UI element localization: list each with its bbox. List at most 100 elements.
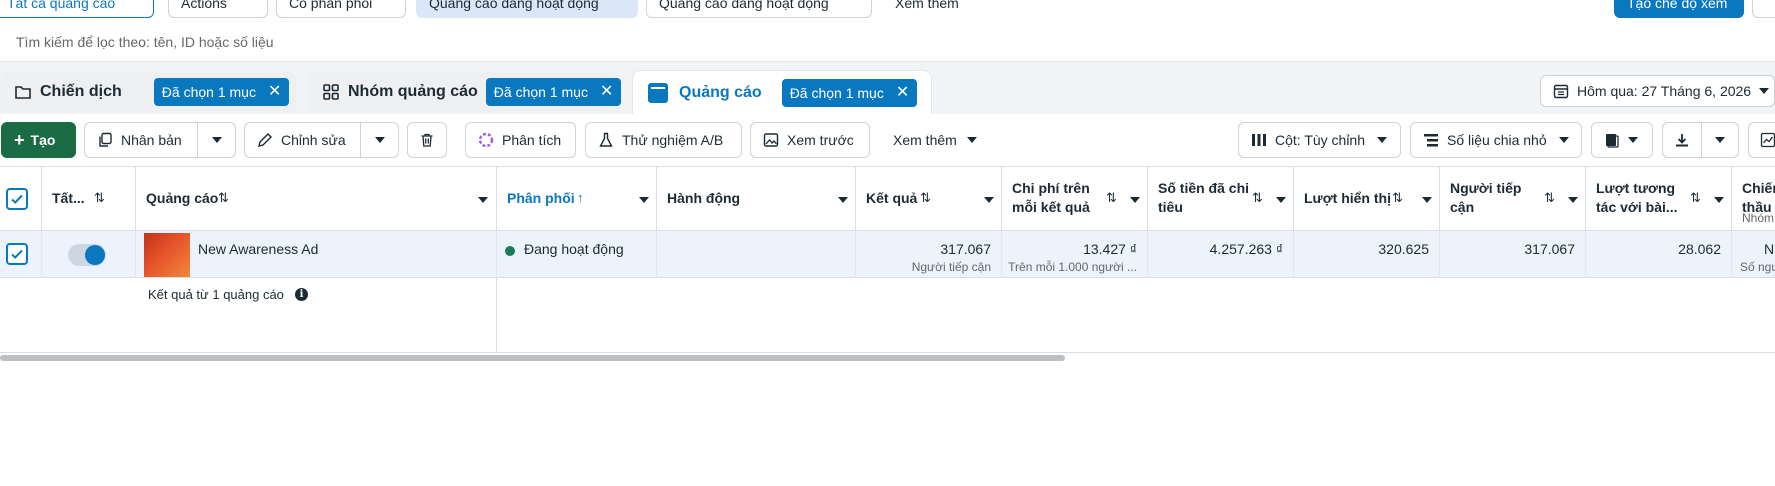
header-impressions-label: Lượt hiển thị xyxy=(1304,190,1391,206)
header-engagement[interactable]: Lượt tương tác với bài... ⇅ xyxy=(1586,167,1732,231)
header-delivery[interactable]: Phân phối ↑ xyxy=(497,167,657,231)
filter-actions[interactable]: Actions xyxy=(168,0,268,18)
header-bid[interactable]: Chiến thầu Nhóm xyxy=(1732,167,1775,231)
analyze-button[interactable]: Phân tích xyxy=(465,122,576,158)
date-range-picker[interactable]: Hôm qua: 27 Tháng 6, 2026 xyxy=(1540,75,1775,107)
chevron-down-icon[interactable] xyxy=(838,197,848,203)
search-input[interactable] xyxy=(16,34,816,50)
header-actions[interactable]: Hành động xyxy=(657,167,856,231)
row-checkbox[interactable] xyxy=(6,243,28,265)
header-actions-label: Hành động xyxy=(667,190,741,206)
header-ad-name[interactable]: Quảng cáo ⇅ xyxy=(136,167,497,231)
header-all-label: Tất... xyxy=(52,190,85,206)
ad-name-link[interactable]: New Awareness Ad xyxy=(198,241,318,257)
tab-adsets-label: Nhóm quảng cáo xyxy=(348,83,478,100)
row-actions-cell xyxy=(657,231,856,278)
chevron-down-icon[interactable] xyxy=(639,197,649,203)
export-dropdown[interactable] xyxy=(1702,137,1738,143)
duplicate-button[interactable]: Nhân bản xyxy=(85,123,197,157)
results-sub: Người tiếp cận xyxy=(911,260,991,274)
duplicate-split-button: Nhân bản xyxy=(84,122,236,158)
more-button[interactable]: Xem thêm xyxy=(880,122,990,158)
sort-icon[interactable]: ⇅ xyxy=(1106,190,1117,206)
table-footer: Kết quả từ 1 quảng cáo i xyxy=(0,278,1775,353)
sort-icon[interactable]: ⇅ xyxy=(218,190,229,206)
create-label: Tạo xyxy=(30,132,56,148)
duplicate-icon xyxy=(97,132,113,148)
header-results[interactable]: Kết quả ⇅ xyxy=(856,167,1002,231)
create-button[interactable]: + Tạo xyxy=(1,122,76,158)
columns-button[interactable]: Cột: Tùy chỉnh xyxy=(1238,122,1401,158)
filter-all-ads[interactable]: Tất cả quảng cáo xyxy=(0,0,154,18)
close-icon[interactable]: ✕ xyxy=(896,84,909,101)
sort-up-icon[interactable]: ↑ xyxy=(577,190,584,205)
chevron-down-icon[interactable] xyxy=(1130,197,1140,203)
sort-icon[interactable]: ⇅ xyxy=(94,190,105,206)
sort-icon[interactable]: ⇅ xyxy=(1392,190,1403,206)
edit-label: Chỉnh sửa xyxy=(281,132,346,148)
ad-icon xyxy=(647,82,669,104)
horizontal-scrollbar[interactable] xyxy=(0,355,1065,361)
info-icon[interactable]: i xyxy=(295,288,308,301)
chevron-down-icon xyxy=(211,137,222,143)
chevron-down-icon xyxy=(374,137,385,143)
chevron-down-icon[interactable] xyxy=(1714,197,1724,203)
filter-delivery[interactable]: Có phân phối xyxy=(276,0,406,18)
chevron-down-icon[interactable] xyxy=(984,197,994,203)
chevron-down-icon[interactable] xyxy=(1422,197,1432,203)
header-select-all xyxy=(0,167,42,231)
engagement-value: 28.062 xyxy=(1678,241,1721,257)
adsets-selected-chip[interactable]: Đã chọn 1 mục ✕ xyxy=(485,78,622,106)
filter-active-ads[interactable]: Quảng cáo đang hoạt động xyxy=(416,0,638,18)
image-icon xyxy=(763,132,779,148)
ad-status-toggle[interactable] xyxy=(68,244,106,266)
chevron-down-icon[interactable] xyxy=(1276,197,1286,203)
header-cost-per-result[interactable]: Chi phí trên mỗi kết quả ⇅ xyxy=(1002,167,1148,231)
tab-ads-label: Quảng cáo xyxy=(679,83,762,101)
delete-button[interactable] xyxy=(407,122,447,158)
ads-selected-chip[interactable]: Đã chọn 1 mục ✕ xyxy=(781,78,918,107)
chevron-down-icon xyxy=(1558,137,1569,143)
filter-active-ads-2[interactable]: Quảng cáo đang hoạt động xyxy=(646,0,872,18)
select-all-checkbox[interactable] xyxy=(6,188,28,210)
close-icon[interactable]: ✕ xyxy=(268,84,281,100)
charts-button[interactable] xyxy=(1748,122,1775,158)
chart-icon xyxy=(1760,132,1775,148)
create-view-button[interactable]: Tạo chế độ xem xyxy=(1614,0,1744,18)
filter-more[interactable]: Xem thêm xyxy=(882,0,1002,18)
chevron-down-icon[interactable] xyxy=(1568,197,1578,203)
trash-icon xyxy=(419,132,435,148)
chevron-down-icon[interactable] xyxy=(478,197,488,203)
tab-campaigns[interactable]: Chiến dịch Đã chọn 1 mục ✕ xyxy=(0,72,296,112)
sort-icon[interactable]: ⇅ xyxy=(920,190,931,206)
edit-button[interactable]: Chỉnh sửa xyxy=(245,123,360,157)
row-engagement-cell: 28.062 xyxy=(1586,231,1732,278)
sort-icon[interactable]: ⇅ xyxy=(1690,190,1701,206)
header-amount-spent[interactable]: Số tiền đã chi tiêu ⇅ xyxy=(1148,167,1294,231)
header-all[interactable]: Tất... ⇅ xyxy=(42,167,136,231)
sort-icon[interactable]: ⇅ xyxy=(1252,190,1263,206)
delivery-status: Đang hoạt động xyxy=(524,241,624,257)
breakdown-icon xyxy=(1423,132,1439,148)
duplicate-dropdown[interactable] xyxy=(198,137,235,143)
preview-button[interactable]: Xem trước xyxy=(750,122,870,158)
tab-campaigns-label: Chiến dịch xyxy=(40,83,122,100)
download-icon[interactable] xyxy=(1663,132,1701,148)
view-menu-button[interactable] xyxy=(1752,0,1775,18)
ab-test-button[interactable]: Thử nghiệm A/B xyxy=(585,122,742,158)
header-delivery-label: Phân phối xyxy=(507,190,575,206)
tab-adsets[interactable]: Nhóm quảng cáo Đã chọn 1 mục ✕ xyxy=(308,72,622,112)
reports-button[interactable] xyxy=(1591,122,1653,158)
campaigns-selected-chip[interactable]: Đã chọn 1 mục ✕ xyxy=(153,78,290,106)
pencil-icon xyxy=(257,132,273,148)
close-icon[interactable]: ✕ xyxy=(600,84,613,100)
report-icon xyxy=(1604,132,1620,148)
ad-thumbnail[interactable] xyxy=(144,233,190,277)
preview-label: Xem trước xyxy=(787,132,854,148)
tab-ads[interactable]: Quảng cáo Đã chọn 1 mục ✕ xyxy=(632,70,932,114)
header-impressions[interactable]: Lượt hiển thị ⇅ xyxy=(1294,167,1440,231)
sort-icon[interactable]: ⇅ xyxy=(1544,190,1555,206)
edit-dropdown[interactable] xyxy=(361,137,398,143)
breakdown-button[interactable]: Số liệu chia nhỏ xyxy=(1410,122,1582,158)
header-reach[interactable]: Người tiếp cận ⇅ xyxy=(1440,167,1586,231)
